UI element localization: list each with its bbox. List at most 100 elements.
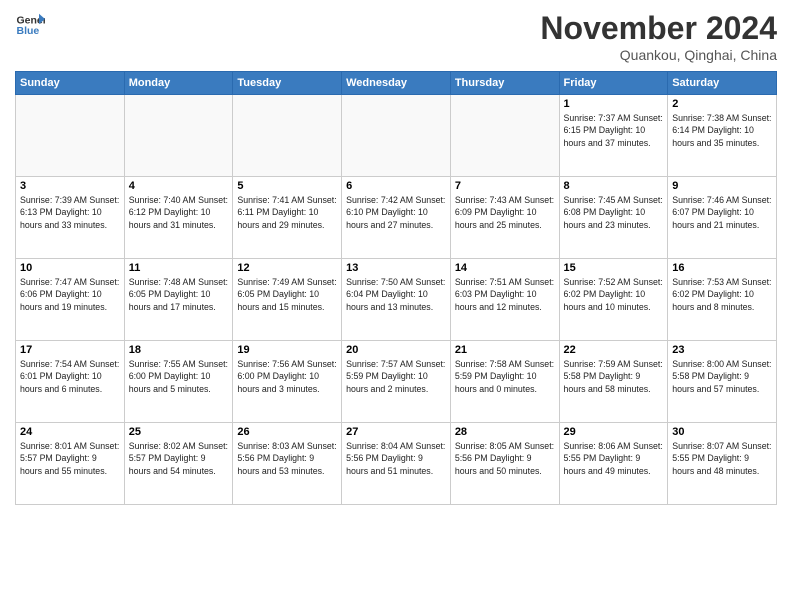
calendar-cell: 1 Sunrise: 7:37 AM Sunset: 6:15 PM Daylig…	[559, 95, 668, 177]
calendar-cell: 4 Sunrise: 7:40 AM Sunset: 6:12 PM Daylig…	[124, 177, 233, 259]
calendar-cell: 5 Sunrise: 7:41 AM Sunset: 6:11 PM Daylig…	[233, 177, 342, 259]
date-number: 30	[672, 426, 772, 438]
date-number: 11	[129, 262, 229, 274]
cell-info: Sunrise: 7:58 AM Sunset: 5:59 PM Dayligh…	[455, 358, 555, 395]
date-number: 27	[346, 426, 446, 438]
calendar-cell: 22 Sunrise: 7:59 AM Sunset: 5:58 PM Dayli…	[559, 341, 668, 423]
calendar-cell: 25 Sunrise: 8:02 AM Sunset: 5:57 PM Dayli…	[124, 423, 233, 505]
cell-info: Sunrise: 7:51 AM Sunset: 6:03 PM Dayligh…	[455, 276, 555, 313]
cell-info: Sunrise: 8:06 AM Sunset: 5:55 PM Dayligh…	[564, 440, 664, 477]
calendar-cell	[124, 95, 233, 177]
date-number: 19	[237, 344, 337, 356]
cell-info: Sunrise: 7:57 AM Sunset: 5:59 PM Dayligh…	[346, 358, 446, 395]
cell-info: Sunrise: 7:37 AM Sunset: 6:15 PM Dayligh…	[564, 112, 664, 149]
calendar-cell	[233, 95, 342, 177]
cell-info: Sunrise: 7:59 AM Sunset: 5:58 PM Dayligh…	[564, 358, 664, 395]
cell-info: Sunrise: 7:40 AM Sunset: 6:12 PM Dayligh…	[129, 194, 229, 231]
cell-info: Sunrise: 8:04 AM Sunset: 5:56 PM Dayligh…	[346, 440, 446, 477]
col-tuesday: Tuesday	[233, 72, 342, 95]
calendar-week-1: 3 Sunrise: 7:39 AM Sunset: 6:13 PM Daylig…	[16, 177, 777, 259]
calendar-cell: 20 Sunrise: 7:57 AM Sunset: 5:59 PM Dayli…	[342, 341, 451, 423]
calendar-cell: 30 Sunrise: 8:07 AM Sunset: 5:55 PM Dayli…	[668, 423, 777, 505]
date-number: 18	[129, 344, 229, 356]
cell-info: Sunrise: 7:49 AM Sunset: 6:05 PM Dayligh…	[237, 276, 337, 313]
col-wednesday: Wednesday	[342, 72, 451, 95]
date-number: 15	[564, 262, 664, 274]
date-number: 25	[129, 426, 229, 438]
cell-info: Sunrise: 8:07 AM Sunset: 5:55 PM Dayligh…	[672, 440, 772, 477]
col-monday: Monday	[124, 72, 233, 95]
cell-info: Sunrise: 7:43 AM Sunset: 6:09 PM Dayligh…	[455, 194, 555, 231]
cell-info: Sunrise: 8:05 AM Sunset: 5:56 PM Dayligh…	[455, 440, 555, 477]
col-saturday: Saturday	[668, 72, 777, 95]
calendar-cell: 15 Sunrise: 7:52 AM Sunset: 6:02 PM Dayli…	[559, 259, 668, 341]
date-number: 29	[564, 426, 664, 438]
calendar-cell: 26 Sunrise: 8:03 AM Sunset: 5:56 PM Dayli…	[233, 423, 342, 505]
calendar-cell: 3 Sunrise: 7:39 AM Sunset: 6:13 PM Daylig…	[16, 177, 125, 259]
calendar-cell: 8 Sunrise: 7:45 AM Sunset: 6:08 PM Daylig…	[559, 177, 668, 259]
cell-info: Sunrise: 7:56 AM Sunset: 6:00 PM Dayligh…	[237, 358, 337, 395]
calendar-cell: 13Sunrise: 7:50 AM Sunset: 6:04 PM Dayli…	[342, 259, 451, 341]
date-number: 21	[455, 344, 555, 356]
svg-text:Blue: Blue	[17, 25, 40, 37]
calendar-week-3: 17 Sunrise: 7:54 AM Sunset: 6:01 PM Dayli…	[16, 341, 777, 423]
calendar-cell: 14Sunrise: 7:51 AM Sunset: 6:03 PM Dayli…	[450, 259, 559, 341]
calendar-week-0: 1 Sunrise: 7:37 AM Sunset: 6:15 PM Daylig…	[16, 95, 777, 177]
calendar-cell: 11 Sunrise: 7:48 AM Sunset: 6:05 PM Dayli…	[124, 259, 233, 341]
cell-info: Sunrise: 8:01 AM Sunset: 5:57 PM Dayligh…	[20, 440, 120, 477]
date-number: 20	[346, 344, 446, 356]
date-number: 4	[129, 180, 229, 192]
calendar-cell: 23 Sunrise: 8:00 AM Sunset: 5:58 PM Dayli…	[668, 341, 777, 423]
calendar-cell: 6Sunrise: 7:42 AM Sunset: 6:10 PM Daylig…	[342, 177, 451, 259]
location: Quankou, Qinghai, China	[540, 47, 777, 63]
cell-info: Sunrise: 7:45 AM Sunset: 6:08 PM Dayligh…	[564, 194, 664, 231]
cell-info: Sunrise: 7:55 AM Sunset: 6:00 PM Dayligh…	[129, 358, 229, 395]
date-number: 2	[672, 98, 772, 110]
date-number: 10	[20, 262, 120, 274]
date-number: 17	[20, 344, 120, 356]
cell-info: Sunrise: 7:53 AM Sunset: 6:02 PM Dayligh…	[672, 276, 772, 313]
calendar-week-2: 10 Sunrise: 7:47 AM Sunset: 6:06 PM Dayli…	[16, 259, 777, 341]
cell-info: Sunrise: 8:02 AM Sunset: 5:57 PM Dayligh…	[129, 440, 229, 477]
calendar-cell	[342, 95, 451, 177]
calendar-cell: 10 Sunrise: 7:47 AM Sunset: 6:06 PM Dayli…	[16, 259, 125, 341]
month-title: November 2024	[540, 10, 777, 47]
date-number: 26	[237, 426, 337, 438]
cell-info: Sunrise: 7:48 AM Sunset: 6:05 PM Dayligh…	[129, 276, 229, 313]
calendar-cell: 28Sunrise: 8:05 AM Sunset: 5:56 PM Dayli…	[450, 423, 559, 505]
cell-info: Sunrise: 8:00 AM Sunset: 5:58 PM Dayligh…	[672, 358, 772, 395]
cell-info: Sunrise: 7:54 AM Sunset: 6:01 PM Dayligh…	[20, 358, 120, 395]
calendar-cell: 29 Sunrise: 8:06 AM Sunset: 5:55 PM Dayli…	[559, 423, 668, 505]
date-number: 13	[346, 262, 446, 274]
date-number: 12	[237, 262, 337, 274]
calendar: Sunday Monday Tuesday Wednesday Thursday…	[15, 71, 777, 505]
date-number: 5	[237, 180, 337, 192]
page: General Blue November 2024 Quankou, Qing…	[0, 0, 792, 612]
cell-info: Sunrise: 7:52 AM Sunset: 6:02 PM Dayligh…	[564, 276, 664, 313]
cell-info: Sunrise: 7:47 AM Sunset: 6:06 PM Dayligh…	[20, 276, 120, 313]
calendar-cell: 9 Sunrise: 7:46 AM Sunset: 6:07 PM Daylig…	[668, 177, 777, 259]
col-friday: Friday	[559, 72, 668, 95]
header: General Blue November 2024 Quankou, Qing…	[15, 10, 777, 63]
calendar-cell: 12 Sunrise: 7:49 AM Sunset: 6:05 PM Dayli…	[233, 259, 342, 341]
date-number: 1	[564, 98, 664, 110]
calendar-cell	[450, 95, 559, 177]
cell-info: Sunrise: 7:46 AM Sunset: 6:07 PM Dayligh…	[672, 194, 772, 231]
cell-info: Sunrise: 7:41 AM Sunset: 6:11 PM Dayligh…	[237, 194, 337, 231]
calendar-cell: 24Sunrise: 8:01 AM Sunset: 5:57 PM Dayli…	[16, 423, 125, 505]
title-block: November 2024 Quankou, Qinghai, China	[540, 10, 777, 63]
date-number: 8	[564, 180, 664, 192]
date-number: 9	[672, 180, 772, 192]
cell-info: Sunrise: 7:42 AM Sunset: 6:10 PM Dayligh…	[346, 194, 446, 231]
date-number: 23	[672, 344, 772, 356]
date-number: 22	[564, 344, 664, 356]
logo-icon: General Blue	[15, 10, 45, 40]
calendar-cell: 21 Sunrise: 7:58 AM Sunset: 5:59 PM Dayli…	[450, 341, 559, 423]
calendar-header-row: Sunday Monday Tuesday Wednesday Thursday…	[16, 72, 777, 95]
cell-info: Sunrise: 7:38 AM Sunset: 6:14 PM Dayligh…	[672, 112, 772, 149]
cell-info: Sunrise: 8:03 AM Sunset: 5:56 PM Dayligh…	[237, 440, 337, 477]
cell-info: Sunrise: 7:39 AM Sunset: 6:13 PM Dayligh…	[20, 194, 120, 231]
calendar-cell: 17 Sunrise: 7:54 AM Sunset: 6:01 PM Dayli…	[16, 341, 125, 423]
date-number: 3	[20, 180, 120, 192]
date-number: 16	[672, 262, 772, 274]
